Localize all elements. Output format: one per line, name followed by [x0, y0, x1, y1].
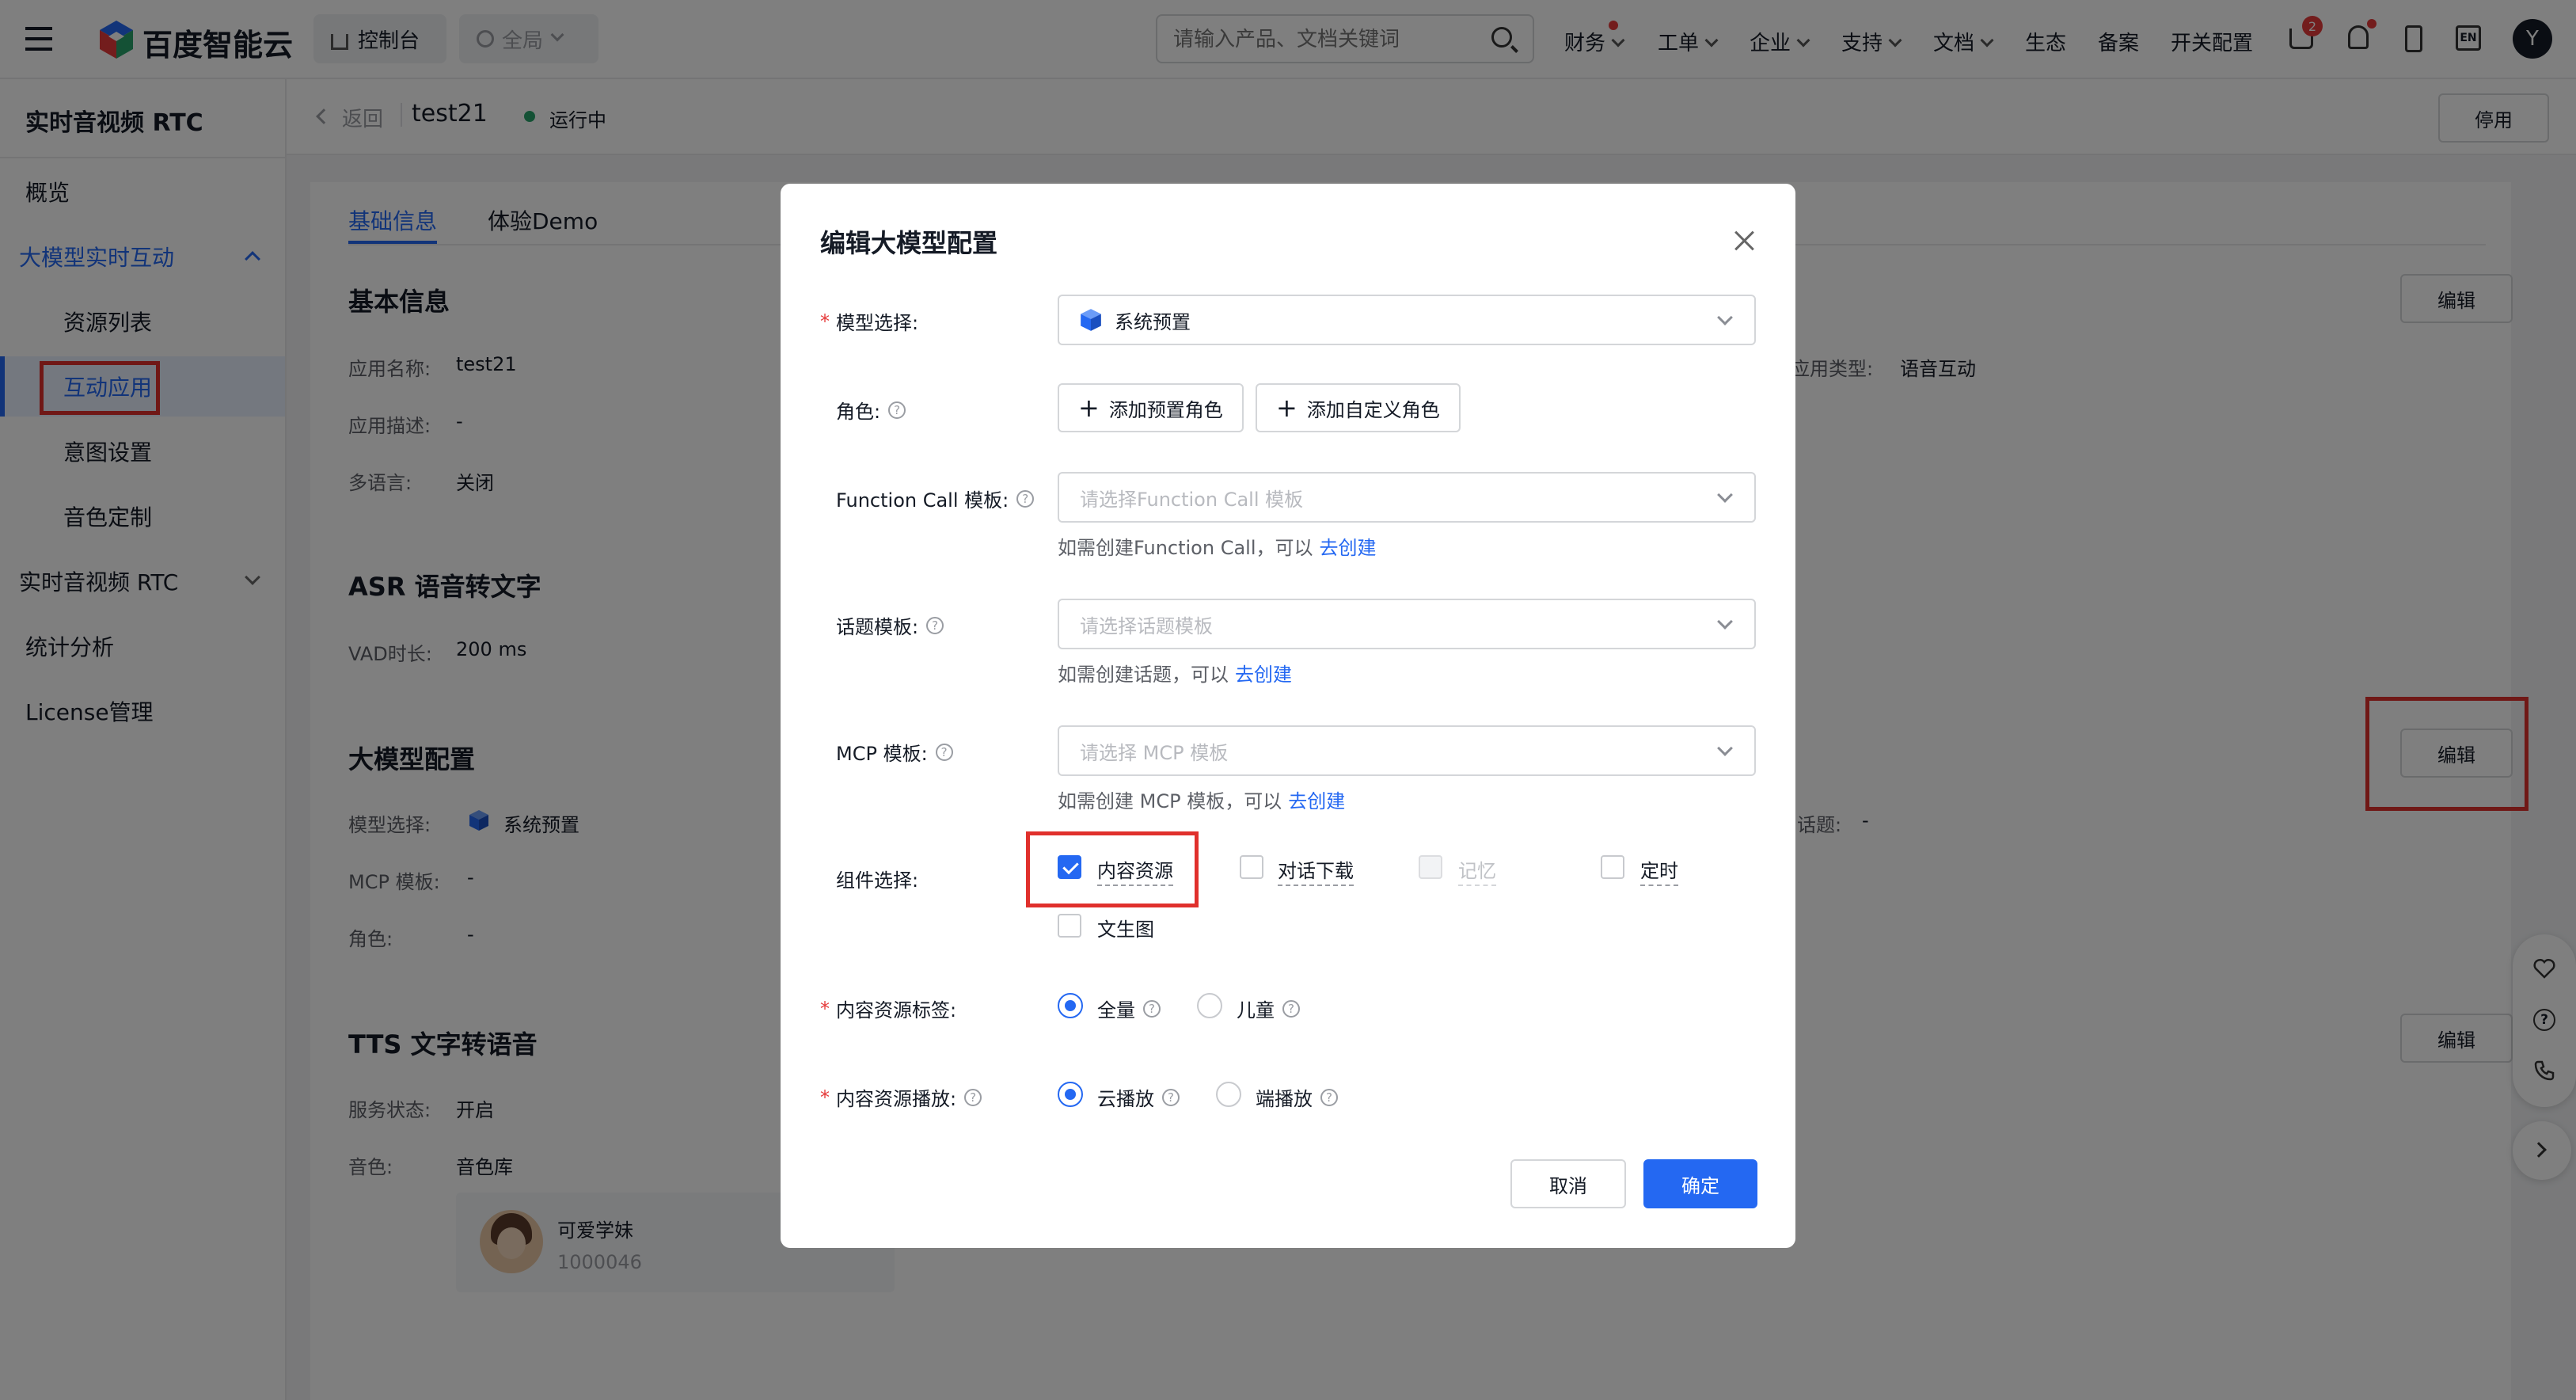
radio-label-tag-all[interactable]: 全量? — [1097, 995, 1161, 1022]
label-model: * 模型选择: — [820, 310, 919, 335]
plus-icon: + — [1078, 393, 1100, 423]
help-icon[interactable]: ? — [1282, 999, 1300, 1018]
radio-play-device[interactable] — [1216, 1082, 1241, 1107]
edit-llm-config-modal: 编辑大模型配置 * 模型选择: 系统预置 角色:? + 添加预置角色 + 添加自定义角… — [781, 184, 1795, 1248]
label-playback: * 内容资源播放:? — [820, 1083, 982, 1111]
radio-label-play-cloud[interactable]: 云播放? — [1097, 1083, 1180, 1111]
checkbox-label-text2img[interactable]: 文生图 — [1097, 914, 1154, 942]
topic-hint: 如需创建话题，可以 去创建 — [1058, 664, 1292, 686]
cancel-button[interactable]: 取消 — [1510, 1159, 1626, 1208]
checkbox-label-memory: 记忆 — [1458, 855, 1496, 886]
help-icon[interactable]: ? — [935, 743, 953, 761]
topic-select[interactable]: 请选择话题模板 — [1058, 599, 1756, 649]
checkbox-label-dialog-download[interactable]: 对话下载 — [1278, 855, 1354, 886]
help-icon[interactable]: ? — [1162, 1088, 1180, 1106]
modal-title: 编辑大模型配置 — [820, 228, 998, 258]
create-function-call-link[interactable]: 去创建 — [1320, 537, 1377, 559]
model-select[interactable]: 系统预置 — [1058, 295, 1756, 345]
checkbox-label-timer[interactable]: 定时 — [1640, 855, 1678, 886]
label-content-tag: * 内容资源标签: — [820, 997, 957, 1022]
radio-label-tag-child[interactable]: 儿童? — [1237, 995, 1300, 1022]
help-icon[interactable]: ? — [926, 616, 944, 634]
checkbox-text2img[interactable] — [1058, 914, 1081, 938]
create-topic-link[interactable]: 去创建 — [1235, 664, 1292, 686]
checkbox-dialog-download[interactable] — [1240, 855, 1263, 879]
label-components: 组件选择: — [836, 869, 919, 892]
label-mcp: MCP 模板:? — [836, 738, 953, 766]
help-icon[interactable]: ? — [964, 1088, 982, 1106]
confirm-button[interactable]: 确定 — [1643, 1159, 1757, 1208]
checkbox-memory — [1419, 855, 1442, 879]
chevron-down-icon — [1717, 487, 1733, 503]
close-icon[interactable] — [1732, 228, 1756, 252]
chevron-down-icon — [1717, 740, 1733, 756]
radio-play-cloud[interactable] — [1058, 1082, 1083, 1107]
cube-icon — [1080, 308, 1102, 332]
radio-tag-all[interactable] — [1058, 993, 1083, 1018]
create-mcp-link[interactable]: 去创建 — [1288, 790, 1345, 812]
label-role: 角色:? — [836, 396, 906, 424]
checkbox-timer[interactable] — [1601, 855, 1624, 879]
label-function-call: Function Call 模板:? — [836, 485, 1035, 512]
mcp-select[interactable]: 请选择 MCP 模板 — [1058, 725, 1756, 776]
highlight-box — [1026, 831, 1199, 907]
radio-label-play-device[interactable]: 端播放? — [1256, 1083, 1338, 1111]
function-call-hint: 如需创建Function Call，可以 去创建 — [1058, 537, 1377, 559]
plus-icon: + — [1276, 393, 1297, 423]
help-icon[interactable]: ? — [888, 401, 906, 419]
label-topic: 话题模板:? — [836, 611, 944, 639]
help-icon[interactable]: ? — [1320, 1088, 1338, 1106]
function-call-select[interactable]: 请选择Function Call 模板 — [1058, 472, 1756, 523]
chevron-down-icon — [1717, 614, 1733, 630]
add-preset-role-button[interactable]: + 添加预置角色 — [1058, 383, 1244, 432]
radio-tag-child[interactable] — [1197, 993, 1222, 1018]
mcp-hint: 如需创建 MCP 模板，可以 去创建 — [1058, 790, 1346, 812]
help-icon[interactable]: ? — [1143, 999, 1161, 1018]
add-custom-role-button[interactable]: + 添加自定义角色 — [1256, 383, 1461, 432]
chevron-down-icon — [1717, 310, 1733, 325]
help-icon[interactable]: ? — [1016, 489, 1035, 508]
